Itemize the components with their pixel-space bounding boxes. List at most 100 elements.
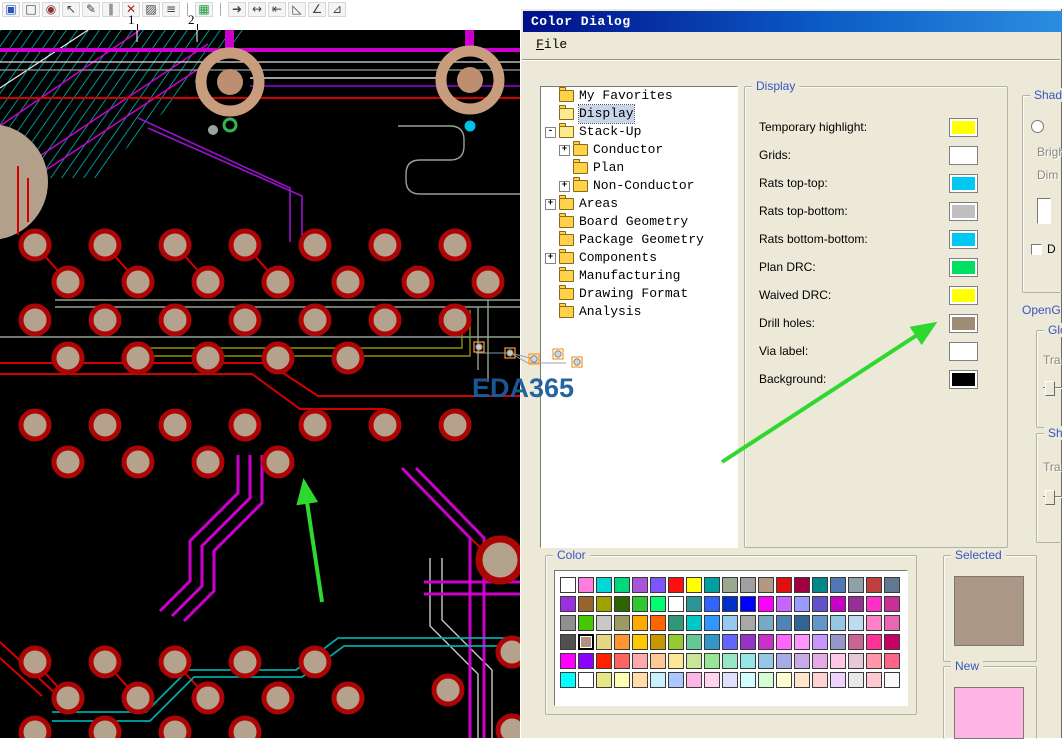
palette-color[interactable]: [578, 653, 594, 669]
window-select-icon[interactable]: □: [22, 2, 40, 17]
color-swatch[interactable]: [950, 119, 977, 136]
palette-color[interactable]: [794, 672, 810, 688]
palette-color[interactable]: [668, 634, 684, 650]
palette-color[interactable]: [614, 653, 630, 669]
expand-icon[interactable]: +: [559, 181, 570, 192]
palette-color[interactable]: [866, 634, 882, 650]
palette-color[interactable]: [632, 577, 648, 593]
palette-color[interactable]: [884, 615, 900, 631]
pointer-icon[interactable]: ↖: [62, 2, 80, 17]
palette-color[interactable]: [884, 653, 900, 669]
tree-item-stack-up[interactable]: -Stack-Up: [541, 123, 737, 141]
palette-color[interactable]: [848, 577, 864, 593]
palette-color[interactable]: [722, 577, 738, 593]
palette-color[interactable]: [614, 634, 630, 650]
palette-color[interactable]: [740, 634, 756, 650]
palette-color[interactable]: [704, 653, 720, 669]
menu-file[interactable]: File: [532, 36, 571, 53]
palette-color[interactable]: [650, 615, 666, 631]
palette-color[interactable]: [884, 577, 900, 593]
palette-color[interactable]: [776, 577, 792, 593]
color-swatch[interactable]: [950, 259, 977, 276]
palette-color[interactable]: [704, 596, 720, 612]
palette-color[interactable]: [596, 634, 612, 650]
palette-color[interactable]: [650, 653, 666, 669]
app-window-icon[interactable]: ▣: [2, 2, 20, 17]
palette-color[interactable]: [812, 577, 828, 593]
palette-color[interactable]: [848, 634, 864, 650]
palette-color[interactable]: [776, 672, 792, 688]
palette-color[interactable]: [812, 653, 828, 669]
palette-color[interactable]: [596, 653, 612, 669]
palette-color[interactable]: [686, 615, 702, 631]
palette-color[interactable]: [596, 596, 612, 612]
expand-icon[interactable]: +: [559, 145, 570, 156]
palette-color[interactable]: [830, 672, 846, 688]
palette-color[interactable]: [632, 615, 648, 631]
palette-color[interactable]: [866, 596, 882, 612]
palette-color[interactable]: [758, 577, 774, 593]
palette-color[interactable]: [578, 615, 594, 631]
palette-color[interactable]: [848, 596, 864, 612]
palette-color[interactable]: [830, 596, 846, 612]
palette-color[interactable]: [686, 672, 702, 688]
palette-color[interactable]: [830, 634, 846, 650]
palette-color[interactable]: [614, 577, 630, 593]
color-swatch[interactable]: [950, 147, 977, 164]
palette-color[interactable]: [794, 577, 810, 593]
palette-color[interactable]: [704, 672, 720, 688]
shadow-slider[interactable]: [1037, 198, 1051, 224]
palette-color[interactable]: [668, 596, 684, 612]
palette-color[interactable]: [740, 577, 756, 593]
tree-item-package-geometry[interactable]: Package Geometry: [541, 231, 737, 249]
palette-color[interactable]: [758, 634, 774, 650]
palette-color[interactable]: [596, 577, 612, 593]
palette-color[interactable]: [830, 653, 846, 669]
palette-color[interactable]: [794, 634, 810, 650]
palette-color[interactable]: [758, 615, 774, 631]
palette-color[interactable]: [848, 653, 864, 669]
palette-color[interactable]: [560, 596, 576, 612]
sheets-slider-handle[interactable]: [1045, 490, 1055, 505]
palette-color[interactable]: [686, 653, 702, 669]
palette-color[interactable]: [884, 672, 900, 688]
pencil-icon[interactable]: ✎: [82, 2, 100, 17]
palette-color[interactable]: [722, 634, 738, 650]
palette-color[interactable]: [722, 596, 738, 612]
color-swatch[interactable]: [950, 175, 977, 192]
palette-color[interactable]: [560, 615, 576, 631]
palette-color[interactable]: [812, 596, 828, 612]
expand-icon[interactable]: +: [545, 199, 556, 210]
color-swatch[interactable]: [950, 287, 977, 304]
sheets-transparency-slider[interactable]: [1043, 496, 1062, 498]
palette-color[interactable]: [812, 672, 828, 688]
tree-item-display[interactable]: Display: [541, 105, 737, 123]
palette-color[interactable]: [596, 672, 612, 688]
palette-color[interactable]: [560, 672, 576, 688]
color-swatch[interactable]: [950, 343, 977, 360]
angle-icon[interactable]: ∠: [308, 2, 326, 17]
measure-distance-icon[interactable]: ↔: [248, 2, 266, 17]
tree-item-board-geometry[interactable]: Board Geometry: [541, 213, 737, 231]
color-swatch[interactable]: [950, 315, 977, 332]
color-swatch[interactable]: [950, 231, 977, 248]
color-class-tree[interactable]: My FavoritesDisplay-Stack-Up+ConductorPl…: [540, 86, 738, 548]
palette-color[interactable]: [812, 634, 828, 650]
palette-color[interactable]: [650, 672, 666, 688]
palette-color[interactable]: [884, 634, 900, 650]
shadow-radio[interactable]: [1031, 120, 1044, 133]
hatch-icon[interactable]: ▨: [142, 2, 160, 17]
palette-color[interactable]: [560, 653, 576, 669]
palette-color[interactable]: [794, 615, 810, 631]
palette-color[interactable]: [686, 577, 702, 593]
palette-color[interactable]: [866, 653, 882, 669]
tree-item-my-favorites[interactable]: My Favorites: [541, 87, 737, 105]
palette-color[interactable]: [632, 653, 648, 669]
palette-color[interactable]: [686, 596, 702, 612]
palette-color[interactable]: [578, 577, 594, 593]
palette-color[interactable]: [740, 615, 756, 631]
palette-color[interactable]: [740, 672, 756, 688]
palette-color[interactable]: [614, 672, 630, 688]
collapse-icon[interactable]: -: [545, 127, 556, 138]
tree-item-plan[interactable]: Plan: [541, 159, 737, 177]
